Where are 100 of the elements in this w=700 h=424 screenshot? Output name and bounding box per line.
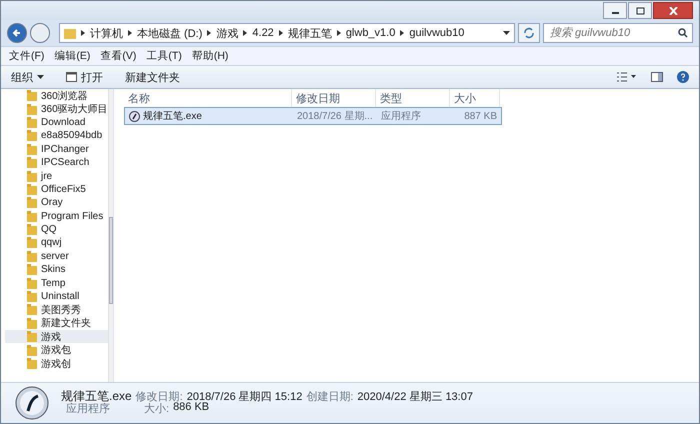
folder-icon	[27, 250, 37, 262]
file-type: 应用程序	[66, 402, 110, 416]
close-icon	[668, 6, 678, 14]
folder-icon	[27, 157, 37, 168]
sidebar-item[interactable]: 游戏包	[5, 343, 108, 357]
sidebar-item[interactable]: Download	[5, 116, 108, 130]
breadcrumb[interactable]: 游戏	[216, 26, 238, 40]
folder-icon	[27, 144, 37, 155]
menu-item[interactable]: 帮助(H)	[192, 49, 228, 63]
folder-icon	[27, 210, 37, 222]
sidebar-item[interactable]: jre	[5, 169, 108, 183]
chevron-right-icon	[400, 30, 404, 36]
menu-item[interactable]: 编辑(E)	[54, 49, 90, 63]
breadcrumb[interactable]: 4.22	[252, 27, 274, 39]
forward-button[interactable]	[30, 23, 50, 43]
caret-icon	[37, 75, 44, 79]
folder-icon	[27, 184, 37, 195]
menu-item[interactable]: 文件(F)	[9, 49, 44, 63]
chevron-right-icon	[243, 30, 248, 36]
folder-icon	[27, 318, 37, 329]
breadcrumb[interactable]: guilvwub10	[409, 27, 464, 39]
sidebar-item[interactable]: 新建文件夹	[5, 316, 108, 330]
refresh-button[interactable]	[518, 23, 540, 43]
open-button[interactable]: 打开	[66, 70, 103, 84]
sidebar-item[interactable]: 美图秀秀	[5, 303, 108, 317]
breadcrumb[interactable]: glwb_v1.0	[346, 27, 396, 39]
sidebar-item[interactable]: Program Files	[5, 210, 108, 223]
chevron-right-icon	[81, 30, 85, 36]
help-icon[interactable]	[677, 71, 689, 83]
app-icon	[15, 386, 49, 420]
new-folder-button[interactable]: 新建文件夹	[125, 70, 180, 84]
sidebar-item[interactable]: Skins	[5, 263, 108, 276]
search-field[interactable]: 搜索 guilvwub10	[543, 23, 693, 43]
minimize-button[interactable]	[603, 2, 627, 19]
table-cell-text: 887 KB	[463, 110, 498, 122]
file-name: 规律五笔.exe	[61, 388, 132, 402]
folder-icon	[27, 116, 37, 128]
preview-pane-button[interactable]	[651, 72, 663, 82]
dropdown-icon[interactable]	[503, 31, 510, 35]
search-icon[interactable]	[678, 28, 688, 38]
folder-icon	[27, 90, 37, 102]
breadcrumb[interactable]: 本地磁盘 (D:)	[137, 26, 202, 40]
sidebar-item[interactable]: server	[5, 250, 108, 264]
sidebar-item[interactable]: OfficeFix5	[5, 182, 108, 196]
chevron-right-icon	[128, 30, 132, 36]
folder-icon	[27, 130, 37, 142]
arrow-left-icon	[12, 28, 22, 38]
sidebar-item[interactable]: QQ	[5, 222, 108, 236]
sidebar-item[interactable]: Temp	[5, 276, 108, 290]
sidebar-item[interactable]: IPCSearch	[5, 156, 108, 170]
chevron-right-icon	[336, 30, 341, 36]
detail-value: 2020/4/22 星期三 13:07	[357, 390, 473, 404]
file-row[interactable]: 规律五笔.exe 2018/7/26 星期... 应用程序 887 KB	[124, 107, 502, 125]
breadcrumb[interactable]: 计算机	[90, 26, 123, 40]
table-cell-text: 应用程序	[380, 110, 422, 123]
window-icon	[66, 72, 77, 82]
address-bar[interactable]: 计算机 本地磁盘 (D:) 游戏 4.22 规律五笔 glwb_v1.0 guilvwub10	[59, 23, 515, 43]
back-button[interactable]	[7, 23, 27, 43]
view-options-button[interactable]	[617, 72, 637, 82]
folder-icon	[64, 28, 76, 38]
maximize-icon	[636, 6, 644, 14]
folder-icon	[27, 358, 37, 369]
sidebar-item[interactable]: 360浏览器	[5, 89, 108, 102]
detail-value: 2018/7/26 星期四 15:12	[186, 390, 302, 402]
chevron-right-icon	[207, 30, 212, 36]
pane-icon	[651, 72, 663, 82]
sidebar-item[interactable]: qqwj	[5, 236, 108, 250]
detail-label: 修改日期:	[136, 390, 183, 402]
organize-button[interactable]: 组织	[11, 70, 44, 84]
sidebar-item[interactable]: Uninstall	[5, 290, 108, 304]
menu-item[interactable]: 工具(T)	[146, 49, 182, 63]
close-button[interactable]	[653, 2, 693, 19]
folder-icon	[27, 264, 37, 276]
refresh-icon	[523, 27, 535, 39]
sidebar-item[interactable]: Oray	[5, 196, 108, 210]
sidebar-item[interactable]: e8a85094bdb	[5, 129, 108, 143]
sidebar-item[interactable]: 游戏创	[5, 356, 108, 370]
sidebar-item[interactable]: 360驱动大师目	[5, 102, 108, 116]
folder-icon	[27, 304, 37, 316]
folder-icon	[27, 344, 37, 356]
sidebar-item[interactable]: 游戏	[5, 330, 108, 344]
menu-item[interactable]: 查看(V)	[100, 49, 136, 63]
sidebar-item[interactable]: IPChanger	[5, 142, 108, 156]
maximize-button[interactable]	[628, 2, 652, 19]
table-cell: 规律五笔.exe	[125, 109, 293, 123]
folder-icon	[27, 237, 37, 248]
folder-icon	[27, 278, 37, 289]
breadcrumb[interactable]: 规律五笔	[288, 26, 332, 40]
table-cell-text: 2018/7/26 星期...	[296, 110, 374, 123]
chevron-right-icon	[278, 30, 283, 36]
detail-label: 创建日期:	[306, 390, 354, 404]
folder-icon	[27, 224, 37, 236]
detail-value: 886 KB	[173, 401, 210, 415]
app-icon	[129, 110, 140, 122]
folder-icon	[27, 170, 37, 182]
folder-icon	[27, 331, 37, 342]
folder-icon	[27, 291, 37, 302]
detail-label: 大小:	[144, 402, 170, 416]
scrollbar[interactable]	[108, 89, 113, 382]
list-view-icon	[617, 72, 637, 82]
